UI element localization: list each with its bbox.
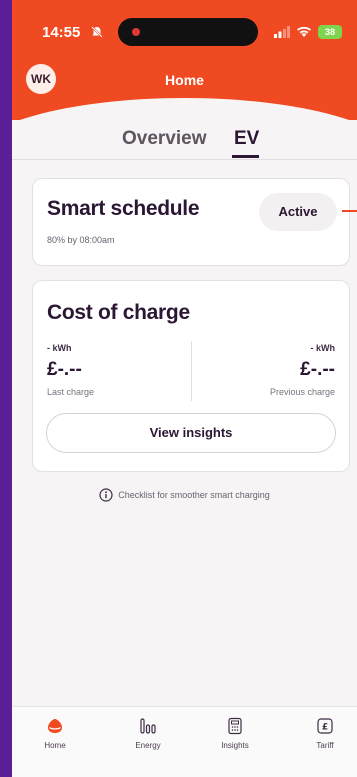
nav-label-energy: Energy — [135, 741, 161, 750]
previous-charge-cost: £-.-- — [300, 359, 335, 380]
nav-item-tariff[interactable]: £ Tariff — [290, 717, 357, 750]
tab-overview[interactable]: Overview — [122, 128, 207, 150]
smart-schedule-card[interactable]: Smart schedule 80% by 08:00am Active — [32, 178, 350, 266]
svg-text:£: £ — [322, 723, 328, 733]
pointer-line — [342, 210, 357, 212]
status-bar: 14:55 38 — [12, 18, 357, 46]
smart-schedule-target: 80% by 08:00am — [47, 235, 115, 245]
checklist-link[interactable]: Checklist for smoother smart charging — [12, 488, 357, 504]
previous-charge-label: Previous charge — [269, 387, 335, 397]
home-icon — [48, 719, 62, 733]
stat-divider — [191, 341, 192, 401]
battery-indicator: 38 — [318, 25, 342, 39]
nav-label-home: Home — [44, 741, 66, 750]
cost-of-charge-title: Cost of charge — [47, 301, 190, 324]
tab-ev[interactable]: EV — [234, 128, 259, 150]
bottom-nav: Home Energy Insights £ Tariff — [12, 706, 357, 777]
nav-label-insights: Insights — [221, 741, 249, 750]
checklist-text: Checklist for smoother smart charging — [118, 490, 270, 500]
signal-icon — [274, 26, 290, 38]
last-charge-kwh: - kWh — [47, 343, 72, 353]
energy-bars-icon — [140, 718, 156, 734]
recording-dot-icon — [132, 28, 140, 36]
dynamic-island — [118, 18, 258, 46]
last-charge-cost: £-.-- — [47, 359, 82, 380]
last-charge-label: Last charge — [47, 387, 95, 397]
calculator-icon — [228, 717, 242, 735]
nav-label-tariff: Tariff — [316, 741, 334, 750]
nav-item-home[interactable]: Home — [20, 717, 90, 750]
cost-of-charge-card: Cost of charge - kWh £-.-- Last charge -… — [32, 280, 350, 472]
view-insights-button[interactable]: View insights — [46, 413, 336, 453]
tab-selected-indicator — [232, 155, 259, 158]
smart-schedule-title: Smart schedule — [47, 197, 200, 220]
status-badge[interactable]: Active — [259, 193, 337, 231]
status-time: 14:55 — [42, 24, 81, 41]
wifi-icon — [297, 26, 311, 37]
info-icon — [99, 488, 113, 502]
nav-item-insights[interactable]: Insights — [200, 717, 270, 750]
nav-item-energy[interactable]: Energy — [113, 717, 183, 750]
page-title: Home — [165, 72, 204, 88]
tab-bar: Overview EV — [12, 126, 357, 160]
bell-muted-icon — [91, 26, 103, 38]
app-screen: 14:55 38 WK Home Overview EV Smart sched… — [12, 0, 357, 777]
previous-charge-kwh: - kWh — [310, 343, 336, 353]
pound-tag-icon: £ — [317, 718, 333, 734]
